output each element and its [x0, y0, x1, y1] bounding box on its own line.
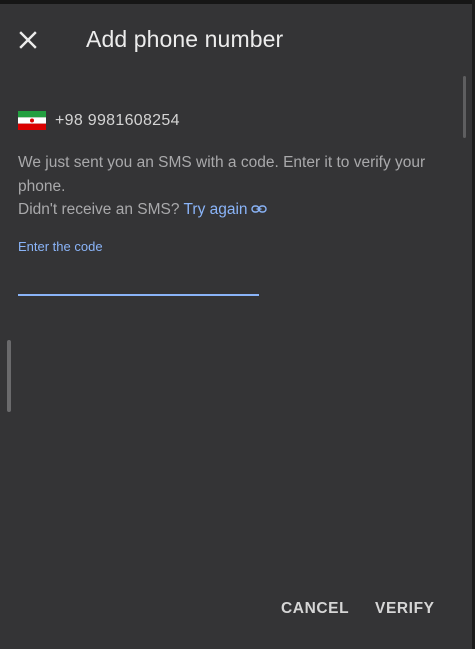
- code-input[interactable]: [18, 260, 259, 296]
- resend-line: Didn't receive an SMS? Try again: [18, 198, 448, 222]
- try-again-label: Try again: [183, 201, 248, 218]
- verification-message: We just sent you an SMS with a code. Ent…: [18, 151, 448, 222]
- close-button[interactable]: [14, 26, 42, 54]
- code-field-label: Enter the code: [18, 239, 103, 254]
- phone-row: +98 9981608254: [18, 111, 180, 130]
- dialog-title: Add phone number: [86, 26, 284, 52]
- resize-handle[interactable]: [7, 340, 11, 412]
- sms-sent-text: We just sent you an SMS with a code. Ent…: [18, 154, 426, 195]
- cancel-button[interactable]: CANCEL: [281, 600, 349, 618]
- add-phone-dialog: Add phone number +98 9981608254 We just …: [0, 0, 472, 649]
- close-icon: [19, 31, 37, 49]
- dialog-header: Add phone number: [0, 4, 472, 74]
- verify-button[interactable]: VERIFY: [375, 600, 435, 618]
- dialog-actions: CANCEL VERIFY: [0, 600, 472, 624]
- resend-prompt: Didn't receive an SMS?: [18, 201, 180, 218]
- scrollbar-thumb[interactable]: [463, 76, 466, 138]
- phone-number: +98 9981608254: [55, 111, 180, 129]
- iran-flag-icon: [18, 111, 46, 130]
- link-icon: [250, 205, 267, 213]
- try-again-link[interactable]: Try again: [184, 201, 267, 218]
